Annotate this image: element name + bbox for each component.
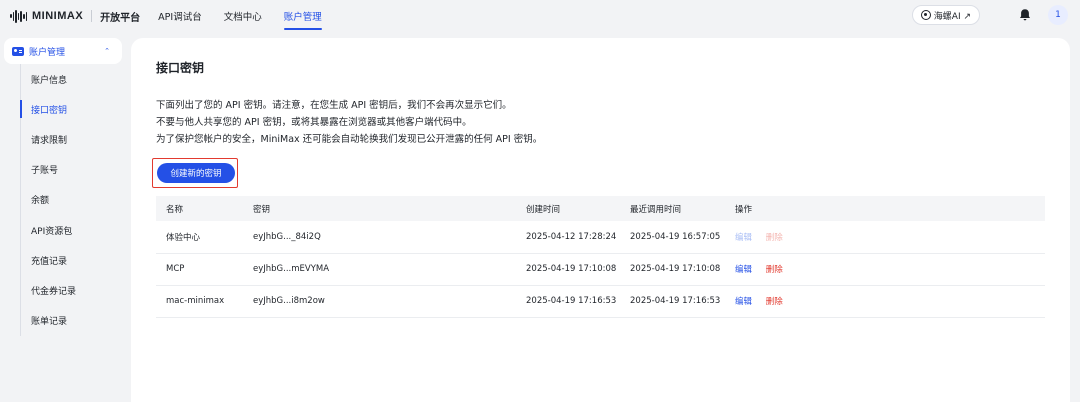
column-header-key: 密钥 [253,196,526,221]
sidebar-item-account-info[interactable]: 账户信息 [20,64,126,94]
sidebar: 账户管理 ⌃ 账户信息 接口密钥 请求限制 子账号 余额 API资源包 充值记录… [0,38,126,336]
edit-button[interactable]: 编辑 [735,297,752,307]
delete-button[interactable]: 删除 [766,265,783,275]
cell-last-used: 2025-04-19 17:16:53 [630,285,735,318]
sidebar-group-account-management[interactable]: 账户管理 ⌃ [4,38,122,64]
column-header-actions: 操作 [735,196,1045,221]
top-nav: API调试台 文档中心 账户管理 [158,0,344,32]
description-line: 为了保护您帐户的安全，MiniMax 还可能会自动轮换我们发现已公开泄露的任何 … [156,134,543,145]
cell-actions: 编辑 删除 [735,221,1045,254]
cell-key: eyJhbG..._84i2Q [253,221,526,254]
logo-text: MINIMAX [32,10,84,22]
avatar[interactable]: 1 [1048,5,1068,25]
logo[interactable]: MINIMAX 开放平台 [10,9,140,24]
sidebar-group-label: 账户管理 [29,47,66,58]
sidebar-item-api-packages[interactable]: API资源包 [20,215,126,245]
column-header-created: 创建时间 [526,196,630,221]
cell-last-used: 2025-04-19 16:57:05 [630,221,735,254]
cell-name: 体验中心 [156,221,253,254]
api-keys-table: 名称 密钥 创建时间 最近调用时间 操作 体验中心 eyJhbG..._84i2… [156,196,1045,318]
table-header-row: 名称 密钥 创建时间 最近调用时间 操作 [156,196,1045,221]
hailuo-logo-icon [920,10,931,20]
nav-api-console[interactable]: API调试台 [158,0,202,32]
chevron-up-icon[interactable]: ⌃ [104,47,110,55]
table-row: MCP eyJhbG...mEVYMA 2025-04-19 17:10:08 … [156,253,1045,286]
cell-key: eyJhbG...mEVYMA [253,253,526,286]
sidebar-item-api-keys[interactable]: 接口密钥 [20,94,126,124]
bell-icon[interactable] [1018,7,1032,23]
cell-created: 2025-04-19 17:16:53 [526,285,630,318]
description-line: 不要与他人共享您的 API 密钥，或将其暴露在浏览器或其他客户端代码中。 [156,117,472,128]
cell-name: MCP [156,253,253,286]
hailuo-ai-button[interactable]: 海螺AI ↗ [911,5,980,25]
create-key-button[interactable]: 创建新的密钥 [157,163,235,183]
sidebar-item-bill-records[interactable]: 账单记录 [20,306,126,336]
page-title: 接口密钥 [156,61,205,75]
description-line: 下面列出了您的 API 密钥。请注意，在您生成 API 密钥后，我们不会再次显示… [156,100,512,111]
delete-button[interactable]: 删除 [766,233,783,243]
description: 下面列出了您的 API 密钥。请注意，在您生成 API 密钥后，我们不会再次显示… [156,97,542,148]
cell-created: 2025-04-19 17:10:08 [526,253,630,286]
cell-actions: 编辑 删除 [735,253,1045,286]
nav-account-management[interactable]: 账户管理 [283,0,322,32]
cell-created: 2025-04-12 17:28:24 [526,221,630,254]
delete-button[interactable]: 删除 [766,297,783,307]
sidebar-item-rate-limits[interactable]: 请求限制 [20,124,126,154]
column-header-name: 名称 [156,196,253,221]
sidebar-item-voucher-records[interactable]: 代金券记录 [20,275,126,305]
cell-last-used: 2025-04-19 17:10:08 [630,253,735,286]
main-panel: 接口密钥 下面列出了您的 API 密钥。请注意，在您生成 API 密钥后，我们不… [131,38,1070,402]
id-card-icon [12,46,24,56]
brand-subtitle: 开放平台 [100,12,141,24]
column-header-last-used: 最近调用时间 [630,196,735,221]
sidebar-item-sub-accounts[interactable]: 子账号 [20,155,126,185]
edit-button[interactable]: 编辑 [735,233,752,243]
table-row: 体验中心 eyJhbG..._84i2Q 2025-04-12 17:28:24… [156,221,1045,254]
cell-name: mac-minimax [156,285,253,318]
logo-divider [91,10,93,22]
minimax-waveform-icon [10,9,28,23]
cell-actions: 编辑 删除 [735,285,1045,318]
table-row: mac-minimax eyJhbG...i8m2ow 2025-04-19 1… [156,285,1045,318]
top-bar: MINIMAX 开放平台 API调试台 文档中心 账户管理 海螺AI ↗ 1 [0,0,1080,32]
nav-docs[interactable]: 文档中心 [224,0,262,32]
top-right-actions: 海螺AI ↗ 1 [911,5,1068,25]
cell-key: eyJhbG...i8m2ow [253,285,526,318]
sidebar-submenu: 账户信息 接口密钥 请求限制 子账号 余额 API资源包 充值记录 代金券记录 … [20,64,126,336]
edit-button[interactable]: 编辑 [735,265,752,275]
sidebar-item-balance[interactable]: 余额 [20,185,126,215]
hailuo-label: 海螺AI ↗ [933,11,971,22]
sidebar-item-recharge-records[interactable]: 充值记录 [20,245,126,275]
